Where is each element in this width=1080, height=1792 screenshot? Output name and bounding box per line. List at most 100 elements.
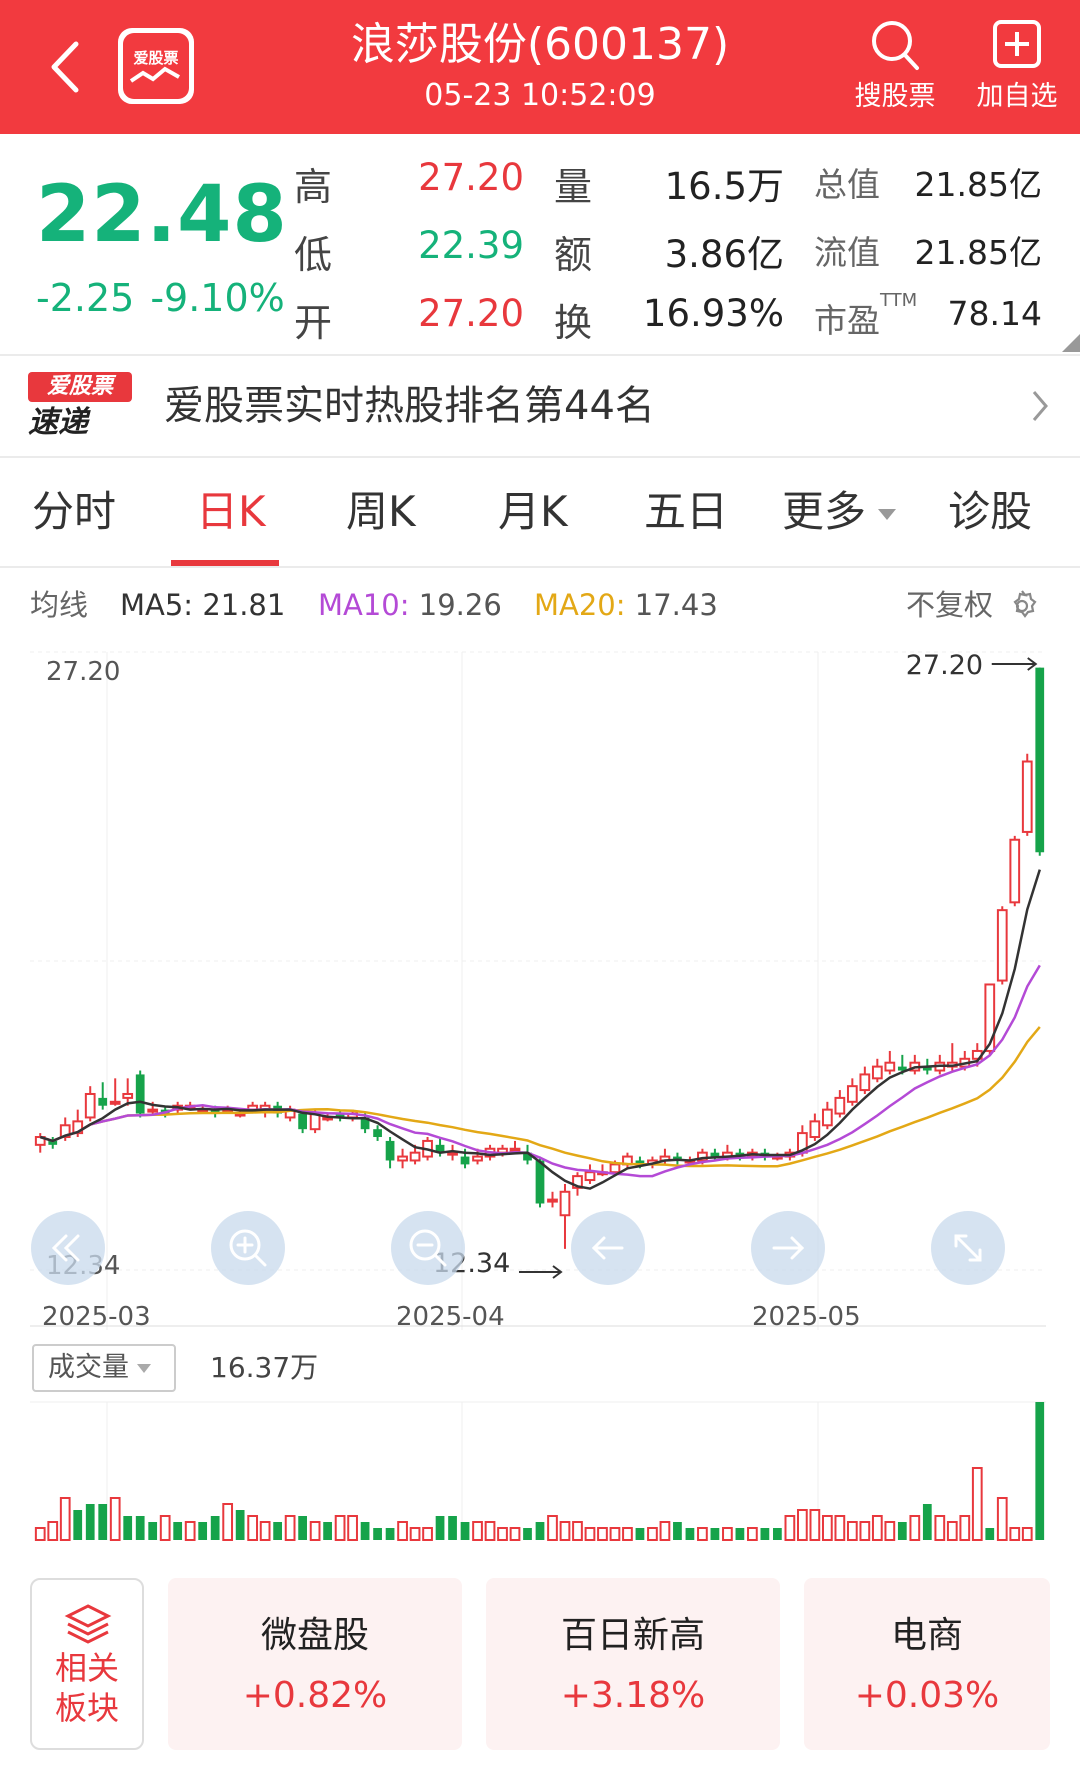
candle-body (122, 1092, 134, 1099)
change-percent: -9.10% (150, 276, 285, 320)
search-icon (872, 21, 919, 70)
chevron-left-icon (51, 41, 79, 93)
volume-bar (934, 1515, 946, 1541)
hot-rank-banner[interactable]: 爱股票 速递 爱股票实时热股排名第44名 (0, 356, 1080, 456)
ma-label[interactable]: 均线 (30, 580, 88, 630)
expand-corner-icon[interactable] (1062, 334, 1080, 352)
tab-more[interactable]: 更多 (782, 486, 897, 538)
dropdown-arrow-icon (878, 509, 897, 520)
volume-bar (435, 1516, 445, 1540)
sector-change: +3.18% (560, 1675, 706, 1716)
y-max-label: 27.20 (46, 657, 120, 687)
volume-bar (298, 1516, 307, 1540)
kline-chart[interactable]: 27.2012.3427.2012.342025-032025-042025-0… (0, 640, 1080, 1560)
chevron-right-icon (1032, 391, 1048, 421)
rewind-icon[interactable] (31, 1211, 105, 1285)
tab-daily-k[interactable]: 日K (196, 486, 266, 538)
control-button-bg (391, 1211, 465, 1285)
kline-svg: 27.2012.3427.2012.342025-032025-042025-0… (30, 650, 1046, 1541)
tab-intraday[interactable]: 分时 (32, 486, 116, 538)
volume-bar (597, 1527, 608, 1541)
candle-body (84, 1092, 96, 1119)
indicator-select-label: 成交量 (48, 1352, 129, 1383)
indicator-select[interactable]: 成交量 (32, 1344, 176, 1392)
high-price-marker: 27.20 (906, 650, 983, 681)
back-button[interactable] (42, 34, 92, 100)
volume-bar (448, 1516, 457, 1540)
sector-card[interactable]: 百日新高 +3.18% (486, 1578, 780, 1750)
volume-bar (609, 1527, 621, 1541)
adjust-toggle[interactable]: 不复权 (906, 580, 993, 630)
market-cap-label: 总值 (814, 165, 880, 204)
arrow-right-icon[interactable] (751, 1211, 825, 1285)
tab-weekly-k[interactable]: 周K (346, 486, 416, 538)
sector-name: 电商 (890, 1615, 963, 1656)
layers-icon (64, 1604, 112, 1644)
candle-body (472, 1155, 483, 1162)
related-sectors-button[interactable]: 相关板块 (30, 1578, 144, 1750)
add-watchlist-button[interactable]: 加自选 (962, 16, 1072, 120)
volume-bar (884, 1521, 896, 1541)
market-cap-value: 21.85亿 (914, 165, 1042, 204)
dropdown-arrow-icon (137, 1364, 151, 1373)
divider (0, 566, 1080, 568)
volume-bar (159, 1515, 171, 1541)
zoom-in-icon[interactable] (211, 1211, 285, 1285)
app-logo[interactable]: 爱股票 (118, 28, 194, 104)
tab-five-day[interactable]: 五日 (644, 486, 728, 538)
volume-bar (509, 1527, 521, 1541)
ma5-line (39, 869, 1041, 1190)
turnover-label: 换 (554, 301, 593, 345)
expand-icon[interactable] (931, 1211, 1005, 1285)
sector-card[interactable]: 微盘股 +0.82% (168, 1578, 462, 1750)
volume-bar (909, 1515, 921, 1541)
volume-bar (484, 1521, 496, 1541)
x-axis-label: 2025-05 (752, 1302, 861, 1332)
pe-ttm-sup: TTM (880, 290, 918, 311)
amount-label: 额 (554, 233, 593, 277)
candle-body (535, 1160, 545, 1204)
volume-bar (523, 1528, 532, 1540)
pe-value: 78.14 (947, 294, 1042, 333)
volume-bar (985, 1528, 995, 1540)
volume-bar (747, 1527, 758, 1541)
volume-bar (959, 1515, 971, 1541)
candle-body (1035, 667, 1045, 853)
volume-bar (735, 1528, 745, 1540)
header-bar: 爱股票 浪莎股份(600137) 05-23 10:52:09 搜股票 加自选 (0, 0, 1080, 134)
candle-body (509, 1147, 521, 1152)
volume-bar (784, 1515, 796, 1541)
volume-bar (460, 1522, 470, 1540)
volume-bar (572, 1521, 583, 1541)
candle-body (809, 1120, 821, 1139)
candle-body (460, 1156, 470, 1165)
candle-body (135, 1074, 145, 1114)
tab-diagnose[interactable]: 诊股 (948, 486, 1032, 538)
volume-bar (323, 1522, 332, 1540)
volume-bar (98, 1504, 108, 1540)
sector-card[interactable]: 电商 +0.03% (804, 1578, 1050, 1750)
low-label: 低 (294, 233, 333, 277)
volume-bar (397, 1521, 408, 1541)
trend-line-icon (129, 66, 180, 83)
ma20-text: MA20: 17.43 (534, 588, 718, 622)
candle-body (147, 1108, 159, 1113)
arrow-left-icon[interactable] (571, 1211, 645, 1285)
volume-bar (922, 1504, 932, 1540)
candle-body (1009, 838, 1021, 904)
zoom-out-icon[interactable] (391, 1211, 465, 1285)
tab-monthly-k[interactable]: 月K (498, 486, 568, 538)
candle-body (821, 1108, 833, 1127)
volume-bar (109, 1497, 121, 1541)
current-price: 22.48 (36, 170, 288, 260)
volume-bar (373, 1528, 382, 1540)
volume-bar (472, 1521, 483, 1541)
stock-title: 浪莎股份(600137) (350, 19, 730, 70)
search-stock-button[interactable]: 搜股票 (840, 16, 950, 120)
candle-body (846, 1085, 858, 1103)
gear-icon[interactable] (1004, 588, 1040, 624)
x-axis-label: 2025-04 (396, 1302, 505, 1332)
candle-body (584, 1171, 596, 1182)
volume-bar (347, 1515, 358, 1541)
volume-bar (796, 1509, 808, 1541)
